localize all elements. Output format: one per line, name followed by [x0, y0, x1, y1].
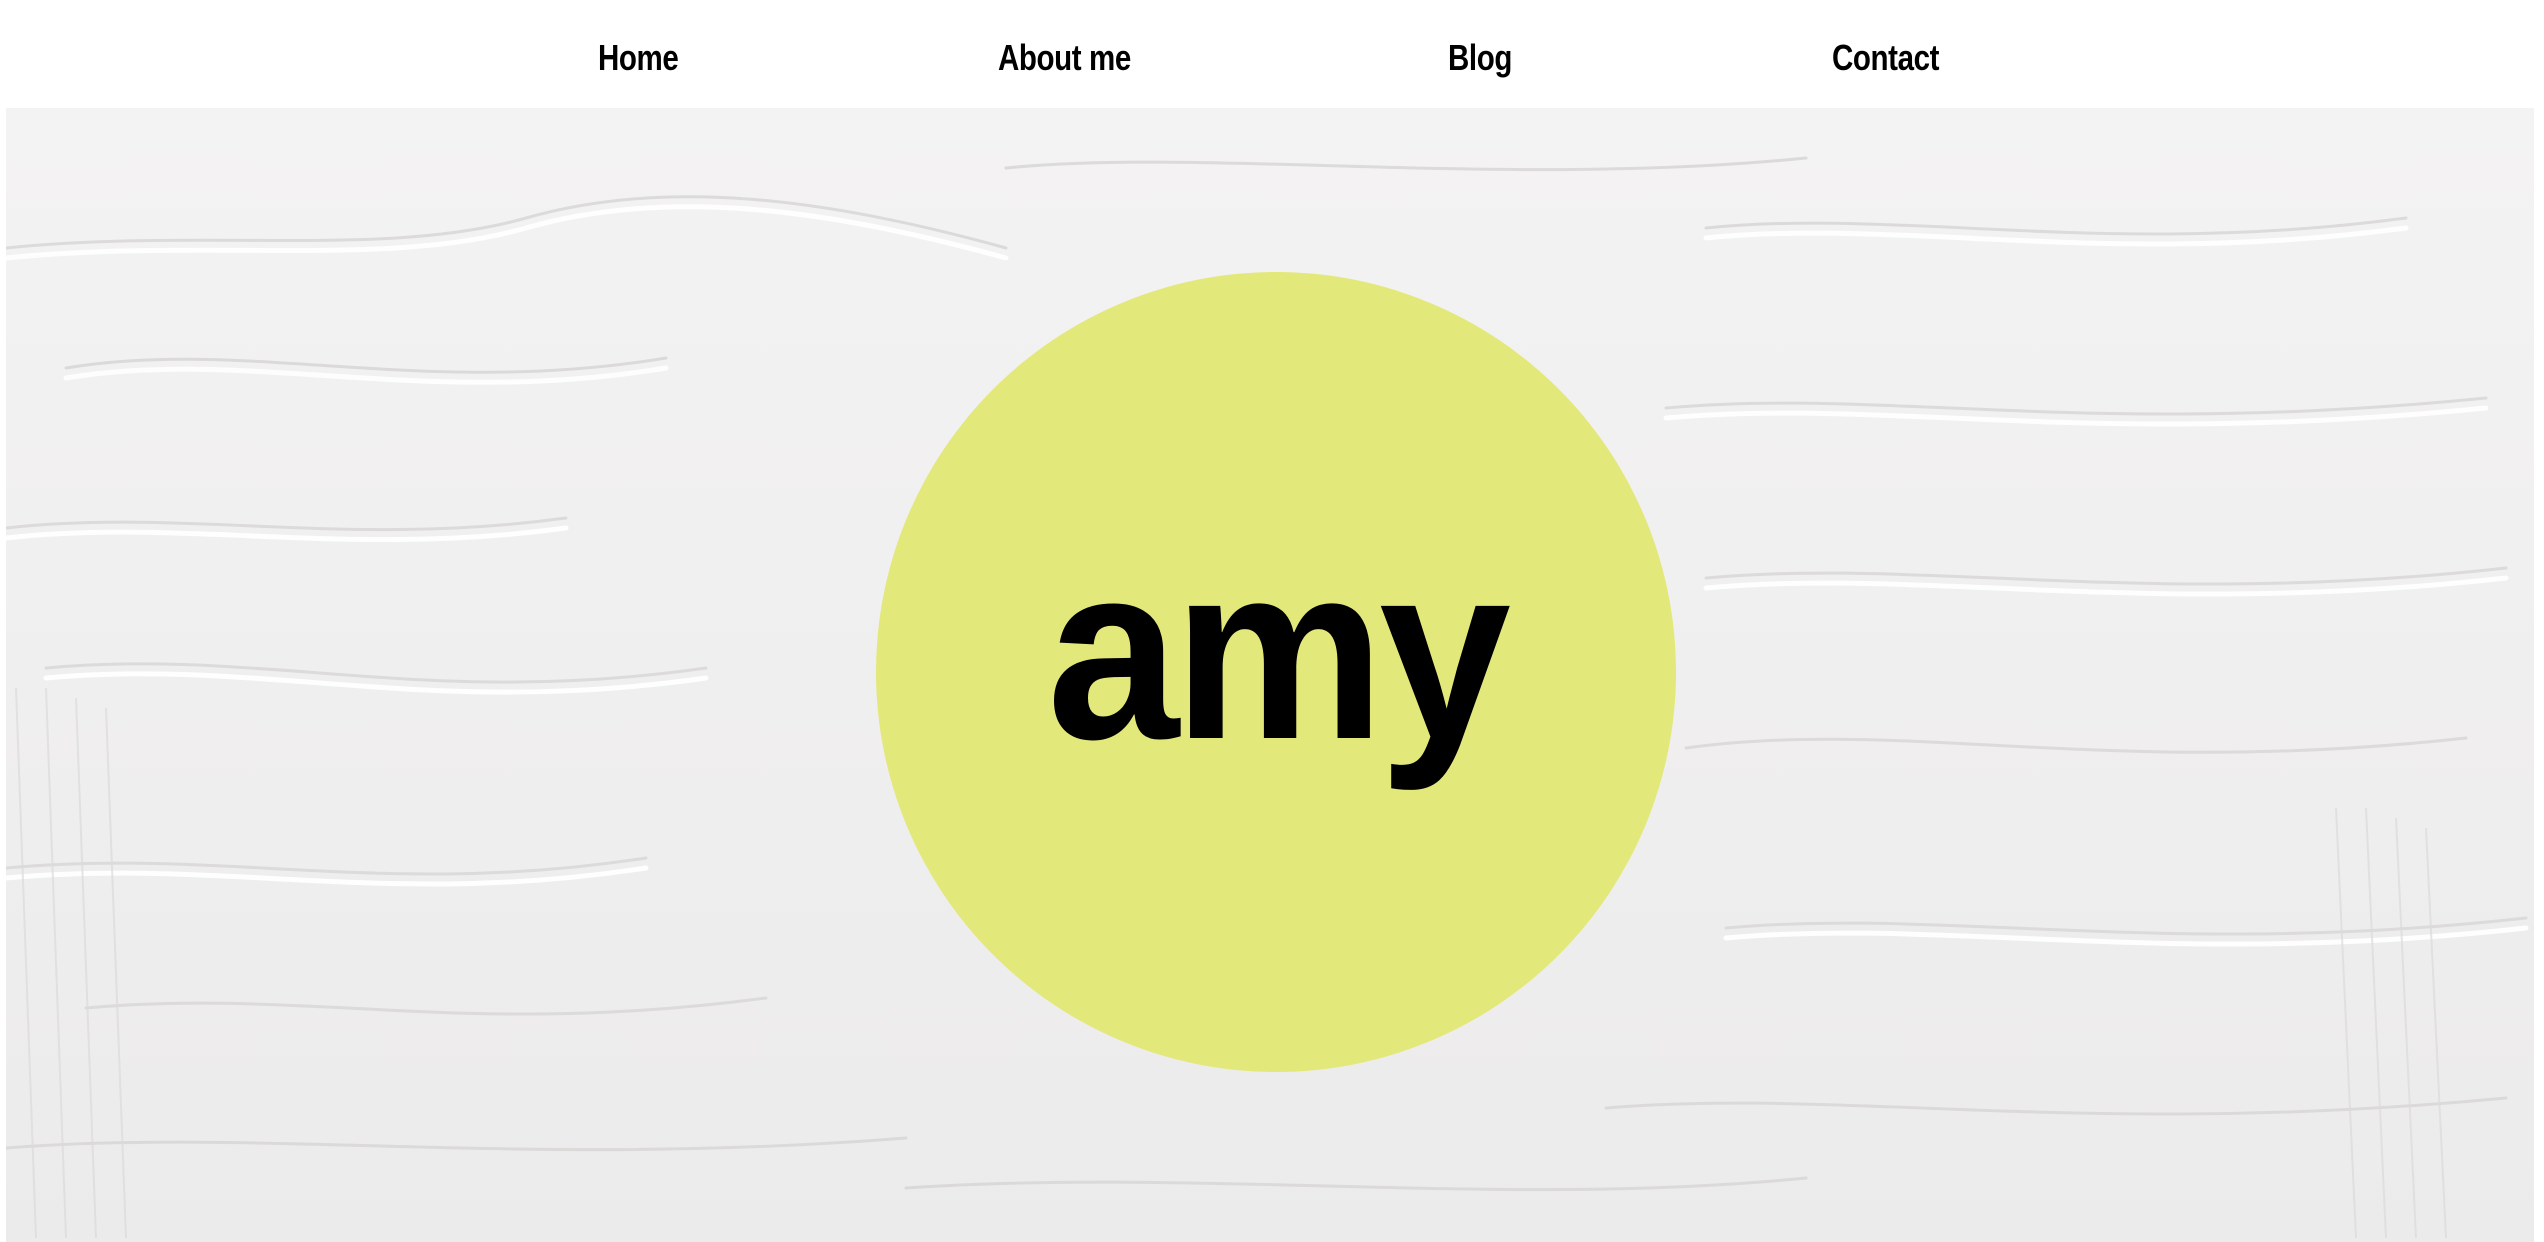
page: Home About me Blog Contact amy — [0, 0, 2544, 1242]
logo-text: amy — [1046, 512, 1511, 791]
nav-link-contact[interactable]: Contact — [1832, 28, 1939, 88]
top-navigation: Home About me Blog Contact — [0, 0, 2544, 108]
logo-circle: amy — [876, 272, 1676, 1072]
logo-wrapper: amy — [876, 272, 1676, 1072]
nav-link-home[interactable]: Home — [598, 28, 679, 88]
hero-section: amy — [6, 108, 2534, 1242]
nav-link-blog[interactable]: Blog — [1448, 28, 1512, 88]
nav-link-about-me[interactable]: About me — [998, 28, 1131, 88]
